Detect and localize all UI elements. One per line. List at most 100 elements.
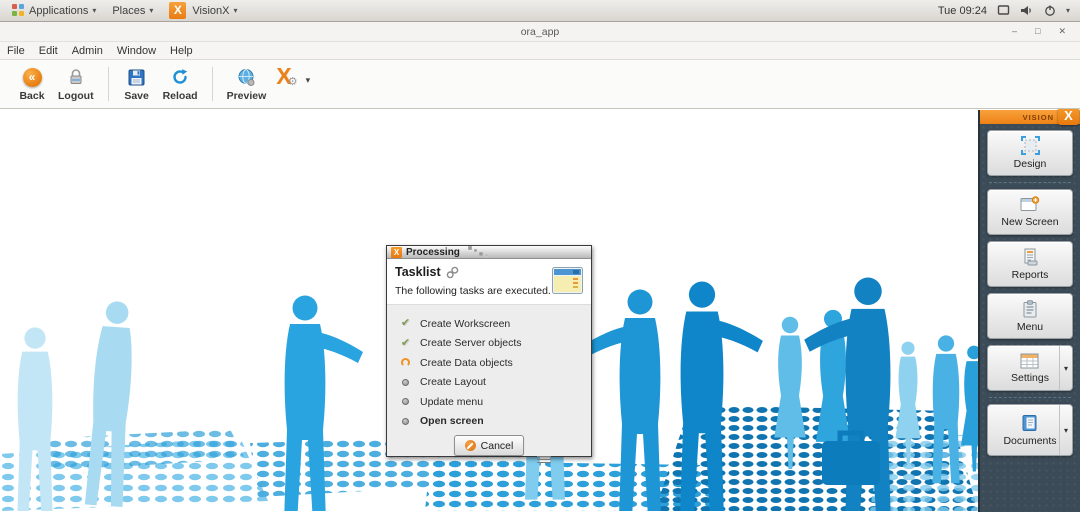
pending-dot-icon [402,398,409,405]
new-screen-icon [1020,196,1040,213]
settings-button[interactable]: Settings ▾ [987,345,1073,391]
link-icon [446,266,459,279]
reload-icon [171,67,189,87]
reports-icon [1022,248,1038,266]
clock[interactable]: Tue 09:24 [938,5,987,17]
task-row: ✔ Create Server objects [400,334,591,354]
applications-menu[interactable]: Applications ▾ [6,2,102,19]
visionx-tool-button[interactable]: X ⚙ [272,65,295,87]
sidebar-divider [989,397,1071,398]
minimize-button[interactable]: – [1012,26,1017,37]
cancel-button[interactable]: Cancel [454,435,525,456]
window-title: ora_app [0,26,1080,38]
visionx-menu[interactable]: X VisionX ▾ [163,0,243,21]
logout-button[interactable]: Logout [52,65,100,102]
processing-animation-icon [466,246,496,258]
back-label: Back [19,90,44,102]
task-list: ✔ Create Workscreen ✔ Create Server obje… [387,305,591,431]
chevron-down-icon: ▾ [149,6,153,15]
reports-label: Reports [1012,269,1049,281]
window-menubar: File Edit Admin Window Help [0,42,1080,60]
settings-dropdown-arrow[interactable]: ▾ [1059,346,1072,390]
volume-icon[interactable] [1020,4,1034,17]
cancel-icon [465,440,476,451]
places-menu[interactable]: Places ▾ [106,3,159,19]
settings-label: Settings [1011,372,1049,384]
settings-table-icon [1020,353,1039,369]
maximize-button[interactable]: □ [1035,26,1040,37]
menu-clipboard-icon [1022,300,1038,318]
dialog-titlebar[interactable]: X Processing [387,246,591,259]
task-row: Update menu [400,392,591,412]
toolbar-dropdown-caret[interactable]: ▾ [306,75,311,86]
sidebar-brand-label: VISION [1023,113,1054,122]
chevron-down-icon: ▾ [234,6,238,15]
pending-dot-icon [402,418,409,425]
task-row: Create Data objects [400,353,591,373]
dialog-heading: Tasklist [395,265,441,279]
save-button[interactable]: Save [117,65,157,102]
toolbar-separator [108,67,109,101]
menu-admin[interactable]: Admin [65,44,110,58]
pending-dot-icon [402,379,409,386]
documents-button[interactable]: Documents ▾ [987,404,1073,456]
task-label: Create Data objects [420,357,513,369]
menu-help[interactable]: Help [163,44,200,58]
visionx-logo-icon: X [169,2,186,19]
cancel-label: Cancel [481,440,514,452]
reload-button[interactable]: Reload [157,65,204,102]
applications-icon [12,4,25,17]
workspace-content: X Processing Tasklist The following task… [0,109,1080,512]
applications-label: Applications [29,5,88,17]
places-label: Places [112,5,145,17]
desktop-panel: Applications ▾ Places ▾ X VisionX ▾ Tue … [0,0,1080,22]
check-icon: ✔ [401,338,410,349]
panel-status-area: Tue 09:24 ▾ [938,4,1080,17]
reload-label: Reload [163,90,198,102]
lock-icon [68,67,84,87]
close-button[interactable]: ✕ [1058,26,1066,37]
processing-dialog: X Processing Tasklist The following task… [386,245,592,457]
toolbar-separator [212,67,213,101]
task-row: Open screen [400,412,591,432]
design-label: Design [1014,158,1047,170]
new-screen-label: New Screen [1001,216,1058,228]
window-titlebar: ora_app – □ ✕ [0,22,1080,42]
dialog-header: Tasklist The following tasks are execute… [387,259,591,305]
window-controls: – □ ✕ [1012,26,1080,37]
documents-dropdown-arrow[interactable]: ▾ [1059,405,1072,455]
back-button[interactable]: « Back [12,65,52,102]
preview-label: Preview [227,90,267,102]
resize-grip[interactable] [537,456,551,463]
menu-file[interactable]: File [0,44,32,58]
task-row: ✔ Create Workscreen [400,314,591,334]
task-label: Create Layout [420,376,486,388]
logout-label: Logout [58,90,94,102]
visionx-dialog-icon: X [391,247,402,258]
menu-label: Menu [1017,321,1043,333]
menu-button[interactable]: Menu [987,293,1073,339]
chevron-down-icon[interactable]: ▾ [1066,6,1070,15]
back-icon: « [23,68,42,87]
documents-book-icon [1021,414,1038,432]
reports-button[interactable]: Reports [987,241,1073,287]
design-button[interactable]: Design [987,130,1073,176]
sidebar-close-x-icon[interactable]: X [1058,109,1079,125]
globe-preview-icon [236,67,256,87]
menu-edit[interactable]: Edit [32,44,65,58]
new-screen-button[interactable]: New Screen [987,189,1073,235]
task-row: Create Layout [400,373,591,393]
design-marquee-icon [1021,136,1040,155]
toolbar: « Back Logout Save Reload Preview X ⚙ ▾ [0,60,1080,109]
dialog-button-row: Cancel [387,431,591,465]
display-icon[interactable] [997,4,1010,17]
check-icon: ✔ [401,318,410,329]
floppy-save-icon [128,67,145,87]
preview-button[interactable]: Preview [221,65,273,102]
visionx-sidebar: VISION X Design New Screen [978,110,1080,512]
menu-window[interactable]: Window [110,44,163,58]
task-label: Update menu [420,396,483,408]
sidebar-header: VISION X [980,110,1080,124]
power-icon[interactable] [1044,4,1056,17]
dialog-title: Processing [406,247,460,258]
